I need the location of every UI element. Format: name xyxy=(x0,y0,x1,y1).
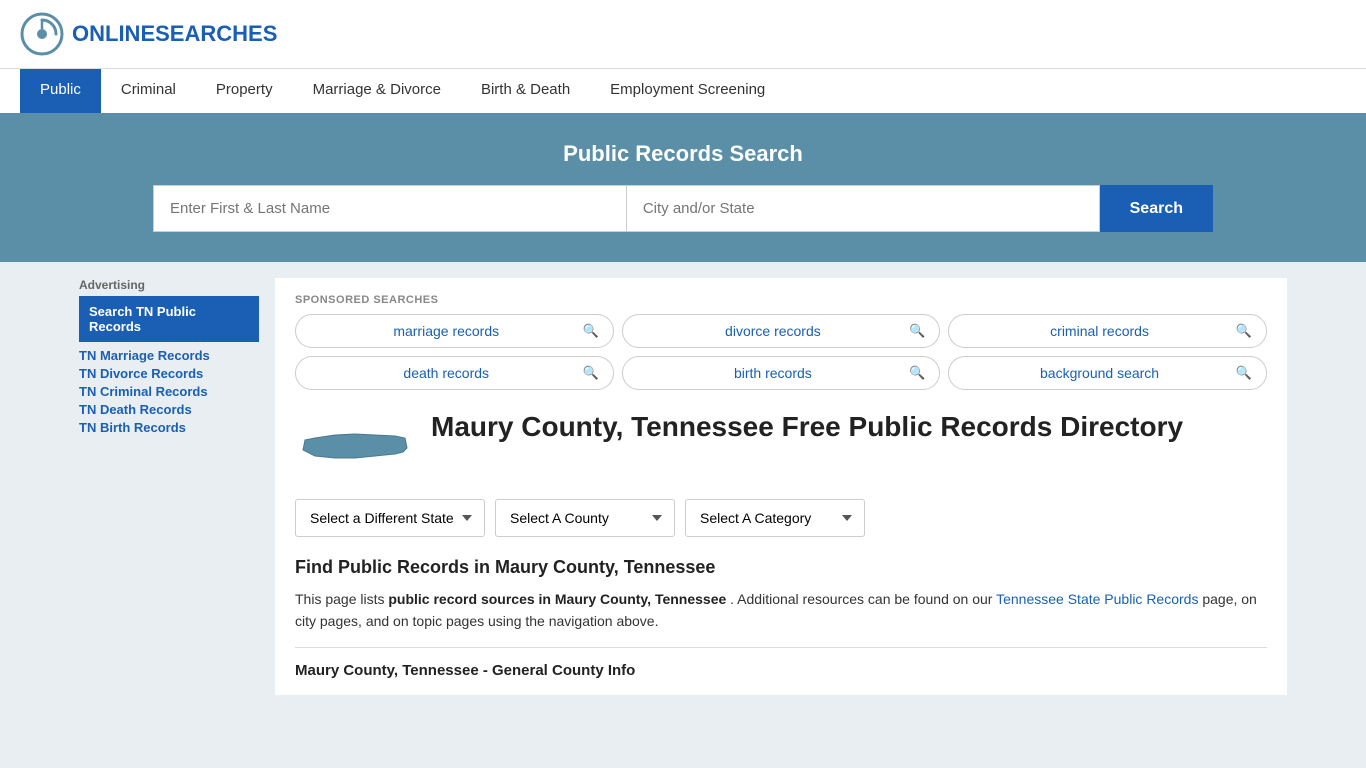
sponsored-pill-marriage[interactable]: marriage records 🔍 xyxy=(295,314,614,348)
find-section-text: This page lists public record sources in… xyxy=(295,588,1267,633)
sponsored-pill-criminal[interactable]: criminal records 🔍 xyxy=(948,314,1267,348)
page-title-block: Maury County, Tennessee Free Public Reco… xyxy=(431,410,1183,444)
nav-item-criminal[interactable]: Criminal xyxy=(101,69,196,113)
search-icon-divorce: 🔍 xyxy=(909,323,925,339)
county-dropdown[interactable]: Select A County xyxy=(495,499,675,537)
name-input[interactable] xyxy=(153,185,626,232)
search-icon-criminal: 🔍 xyxy=(1236,323,1252,339)
sponsored-grid: marriage records 🔍 divorce records 🔍 cri… xyxy=(295,314,1267,390)
search-icon-birth: 🔍 xyxy=(909,365,925,381)
search-icon-background: 🔍 xyxy=(1236,365,1252,381)
page-header-row: Maury County, Tennessee Free Public Reco… xyxy=(295,410,1267,483)
search-icon-death: 🔍 xyxy=(582,365,598,381)
sponsored-pill-birth[interactable]: birth records 🔍 xyxy=(622,356,941,390)
category-dropdown[interactable]: Select A Category xyxy=(685,499,865,537)
logo-text: ONLINESEARCHES xyxy=(72,21,277,47)
general-info-title: Maury County, Tennessee - General County… xyxy=(295,658,1267,679)
sponsored-pill-background[interactable]: background search 🔍 xyxy=(948,356,1267,390)
sidebar-link-birth[interactable]: TN Birth Records xyxy=(79,420,259,435)
hero-title: Public Records Search xyxy=(20,141,1346,167)
main-nav: Public Criminal Property Marriage & Divo… xyxy=(0,68,1366,113)
nav-item-property[interactable]: Property xyxy=(196,69,293,113)
location-input[interactable] xyxy=(626,185,1100,232)
find-text-intro: This page lists xyxy=(295,591,384,607)
sponsored-label: SPONSORED SEARCHES xyxy=(295,294,1267,306)
search-icon-marriage: 🔍 xyxy=(582,323,598,339)
find-section-title: Find Public Records in Maury County, Ten… xyxy=(295,557,1267,578)
sidebar-ad-label: Advertising xyxy=(79,278,259,292)
sidebar-links: TN Marriage Records TN Divorce Records T… xyxy=(79,348,259,435)
sidebar-link-divorce[interactable]: TN Divorce Records xyxy=(79,366,259,381)
pill-text-divorce: divorce records xyxy=(637,323,909,339)
site-header: ONLINESEARCHES xyxy=(0,0,1366,68)
main-container: Advertising Search TN Public Records TN … xyxy=(63,262,1303,711)
sidebar-link-criminal[interactable]: TN Criminal Records xyxy=(79,384,259,399)
find-state-link[interactable]: Tennessee State Public Records xyxy=(996,591,1198,607)
sidebar-link-death[interactable]: TN Death Records xyxy=(79,402,259,417)
logo[interactable]: ONLINESEARCHES xyxy=(20,12,277,56)
sidebar-link-marriage[interactable]: TN Marriage Records xyxy=(79,348,259,363)
page-title: Maury County, Tennessee Free Public Reco… xyxy=(431,410,1183,444)
nav-item-marriage-divorce[interactable]: Marriage & Divorce xyxy=(293,69,461,113)
section-divider xyxy=(295,647,1267,648)
search-button[interactable]: Search xyxy=(1100,185,1213,232)
pill-text-death: death records xyxy=(310,365,582,381)
state-map xyxy=(295,410,415,483)
find-text-mid: . Additional resources can be found on o… xyxy=(730,591,992,607)
dropdowns-row: Select a Different State Select A County… xyxy=(295,499,1267,537)
pill-text-birth: birth records xyxy=(637,365,909,381)
nav-item-public[interactable]: Public xyxy=(20,69,101,113)
hero-section: Public Records Search Search xyxy=(0,113,1366,262)
pill-text-background: background search xyxy=(963,365,1235,381)
pill-text-marriage: marriage records xyxy=(310,323,582,339)
search-bar: Search xyxy=(153,185,1213,232)
sidebar: Advertising Search TN Public Records TN … xyxy=(79,278,259,695)
sponsored-pill-divorce[interactable]: divorce records 🔍 xyxy=(622,314,941,348)
pill-text-criminal: criminal records xyxy=(963,323,1235,339)
nav-item-birth-death[interactable]: Birth & Death xyxy=(461,69,590,113)
nav-item-employment[interactable]: Employment Screening xyxy=(590,69,785,113)
sidebar-ad-block[interactable]: Search TN Public Records xyxy=(79,296,259,342)
sponsored-pill-death[interactable]: death records 🔍 xyxy=(295,356,614,390)
main-content: SPONSORED SEARCHES marriage records 🔍 di… xyxy=(275,278,1287,695)
state-dropdown[interactable]: Select a Different State xyxy=(295,499,485,537)
logo-icon xyxy=(20,12,64,56)
tennessee-map-svg xyxy=(295,420,415,480)
find-text-bold: public record sources in Maury County, T… xyxy=(388,591,726,607)
